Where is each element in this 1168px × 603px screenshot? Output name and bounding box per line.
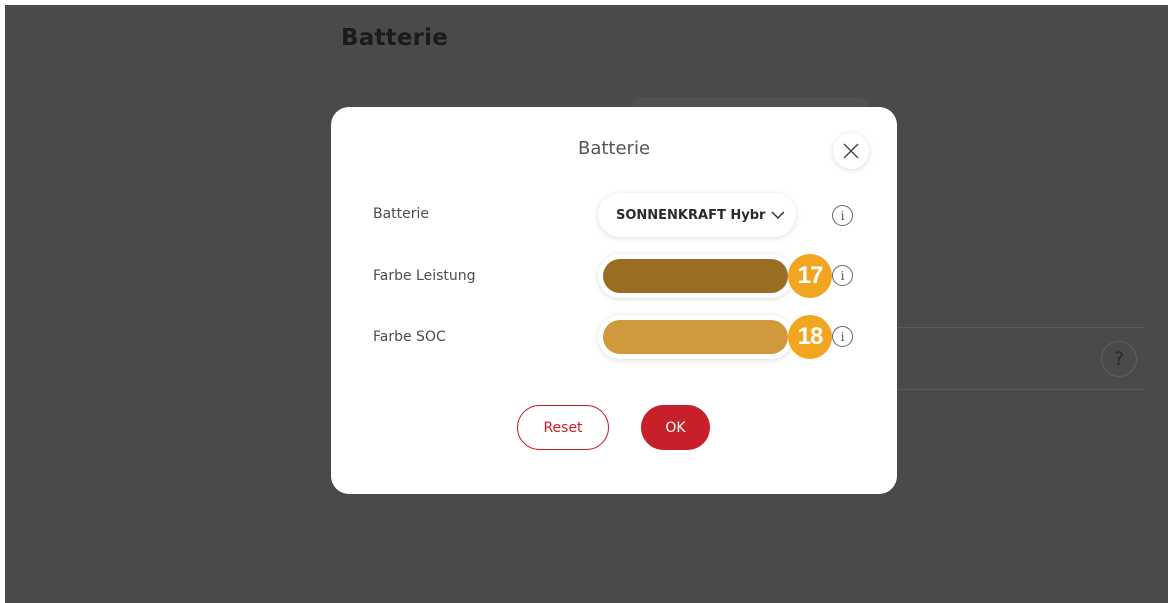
reset-button[interactable]: Reset <box>517 405 609 450</box>
close-icon <box>843 143 859 159</box>
soc-color-picker[interactable] <box>598 315 793 359</box>
close-button[interactable] <box>833 133 869 169</box>
power-color-swatch <box>603 259 788 293</box>
divider <box>895 327 1145 328</box>
info-icon[interactable]: i <box>832 205 853 226</box>
step-badge: 18 <box>788 315 832 359</box>
battery-label: Batterie <box>373 206 430 222</box>
battery-select[interactable]: SONNENKRAFT Hybrid <box>598 193 796 237</box>
chevron-down-icon <box>771 211 785 220</box>
help-icon[interactable]: ? <box>1101 341 1137 377</box>
soc-color-label: Farbe SOC <box>373 329 446 345</box>
soc-color-swatch <box>603 320 788 354</box>
battery-select-value: SONNENKRAFT Hybrid <box>616 207 767 223</box>
ok-button[interactable]: OK <box>641 405 710 450</box>
battery-dialog: Batterie Batterie SONNENKRAFT Hybrid i F… <box>331 107 897 494</box>
divider <box>895 389 1145 390</box>
power-color-picker[interactable] <box>598 254 793 298</box>
step-badge: 17 <box>788 254 832 298</box>
dialog-title: Batterie <box>577 138 651 159</box>
info-icon[interactable]: i <box>832 326 853 347</box>
power-color-label: Farbe Leistung <box>373 268 476 284</box>
page-title: Batterie <box>341 25 449 51</box>
info-icon[interactable]: i <box>832 265 853 286</box>
